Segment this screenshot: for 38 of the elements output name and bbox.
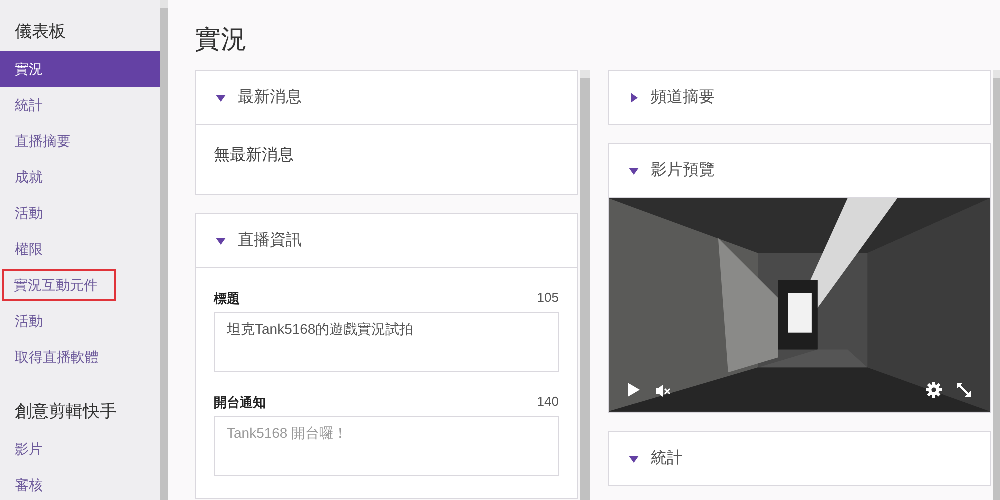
scrollbar[interactable]: [993, 78, 1000, 500]
sidebar-item[interactable]: 實況: [0, 51, 160, 87]
text-field[interactable]: 坦克Tank5168的遊戲實況試拍: [214, 312, 559, 372]
message-text: 無最新消息: [196, 124, 577, 194]
page-title: 實況: [195, 23, 248, 56]
section-heading: 創意剪輯快手: [14, 401, 118, 423]
field-label: 開台通知: [214, 394, 266, 412]
scrollbar[interactable]: [160, 8, 168, 500]
scrollbar[interactable]: [580, 78, 590, 500]
settings-icon[interactable]: [926, 382, 942, 398]
sidebar-item[interactable]: 審核: [0, 467, 160, 500]
section-heading: 儀表板: [14, 21, 67, 43]
sidebar-item[interactable]: 成就: [0, 159, 160, 195]
sidebar-item[interactable]: 取得直播軟體: [0, 339, 160, 375]
collapse-icon[interactable]: [216, 92, 226, 102]
expand-icon[interactable]: [629, 92, 639, 102]
sidebar-item[interactable]: 直播摘要: [0, 123, 160, 159]
sidebar-item[interactable]: 影片: [0, 431, 160, 467]
character-count: 105: [537, 290, 559, 307]
sidebar-item[interactable]: 統計: [0, 87, 160, 123]
panel-title[interactable]: 統計: [651, 448, 683, 469]
character-count: 140: [537, 394, 559, 411]
sidebar-item[interactable]: 實況互動元件: [0, 267, 118, 303]
collapse-icon[interactable]: [216, 236, 226, 246]
sidebar-item[interactable]: 活動: [0, 303, 160, 339]
fullscreen-icon[interactable]: [956, 382, 972, 398]
play-icon[interactable]: [627, 382, 641, 398]
collapse-icon[interactable]: [629, 454, 639, 464]
collapse-icon[interactable]: [629, 166, 639, 176]
text-field[interactable]: Tank5168 開台囉！: [214, 416, 559, 476]
panel-title[interactable]: 直播資訊: [238, 230, 302, 251]
panel-title[interactable]: 頻道摘要: [651, 87, 715, 108]
panel-title[interactable]: 最新消息: [238, 87, 302, 108]
field-label: 標題: [214, 290, 240, 308]
panel-title[interactable]: 影片預覽: [651, 160, 715, 181]
sidebar-item[interactable]: 活動: [0, 195, 160, 231]
muted-speaker-icon[interactable]: [655, 384, 671, 398]
sidebar-item[interactable]: 權限: [0, 231, 160, 267]
